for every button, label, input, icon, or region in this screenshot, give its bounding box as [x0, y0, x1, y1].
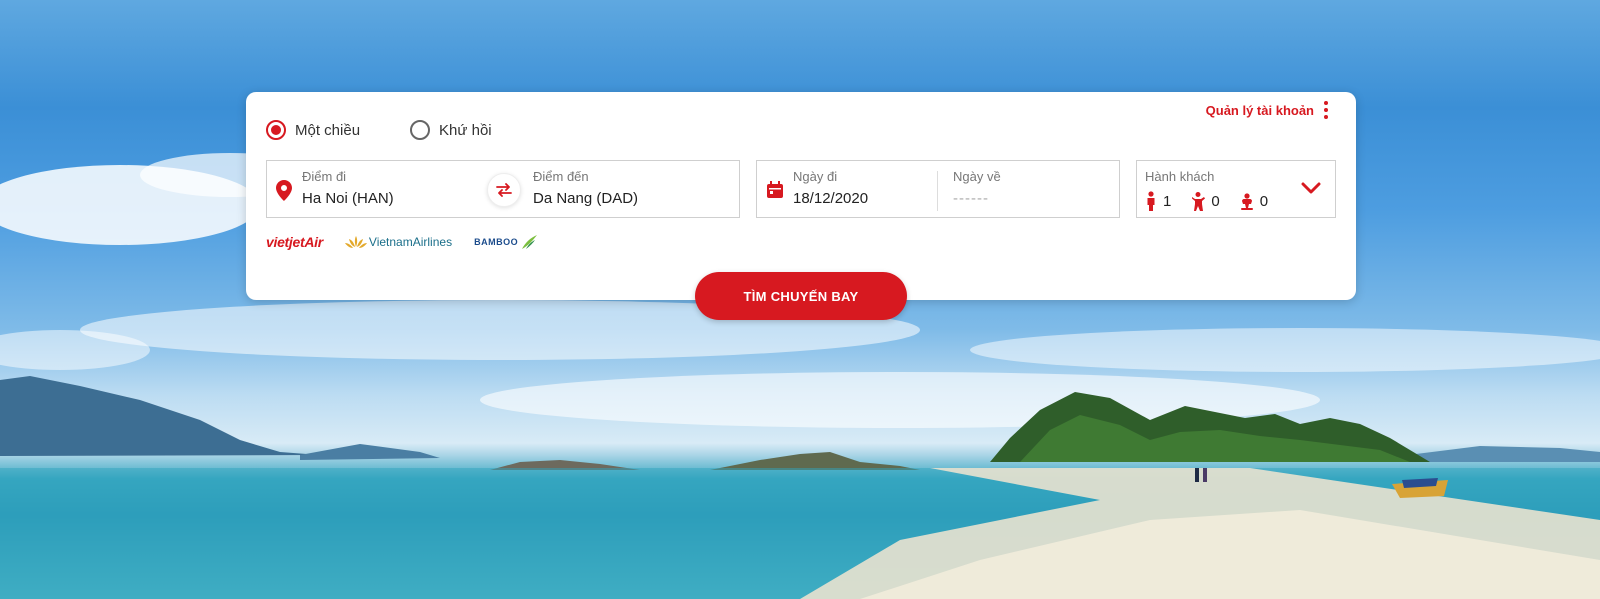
account-management-link[interactable]: Quản lý tài khoản	[1206, 101, 1328, 119]
destination-field[interactable]: Điểm đến Da Nang (DAD)	[533, 169, 638, 207]
passenger-label: Hành khách	[1145, 169, 1215, 184]
trip-type-one-way[interactable]: Một chiều	[266, 120, 360, 140]
lotus-icon	[344, 236, 367, 248]
one-way-radio[interactable]	[266, 120, 286, 140]
depart-date-label: Ngày đi	[793, 169, 838, 184]
origin-label: Điểm đi	[302, 169, 347, 184]
adult-count-value: 1	[1163, 192, 1172, 210]
return-date-label: Ngày về	[953, 169, 1001, 184]
bamboo-leaf-icon	[522, 235, 538, 249]
flight-search-card: Quản lý tài khoản Một chiều Khứ hồi Điểm…	[246, 92, 1356, 320]
adult-count[interactable]: 1	[1145, 191, 1171, 211]
depart-date-value: 18/12/2020	[793, 190, 869, 207]
airline-logos: vietjetAir VietnamAirlines BAMBOO	[266, 234, 538, 250]
bamboo-text: BAMBOO	[474, 237, 519, 247]
passenger-counts: 1 0 0	[1145, 191, 1268, 211]
round-trip-radio[interactable]	[410, 120, 431, 140]
account-management-label: Quản lý tài khoản	[1205, 102, 1314, 118]
vietnam-airlines-logo: VietnamAirlines	[344, 235, 453, 249]
swap-icon	[496, 183, 512, 197]
round-trip-label: Khứ hồi	[439, 121, 492, 139]
origin-value: Ha Noi (HAN)	[302, 190, 394, 207]
passenger-field-group[interactable]: Hành khách 1 0 0	[1136, 160, 1336, 218]
vietnam-airlines-text: VietnamAirlines	[368, 235, 453, 249]
bamboo-airways-logo: BAMBOO	[474, 234, 538, 250]
child-count-value: 0	[1211, 192, 1220, 210]
origin-field[interactable]: Điểm đi Ha Noi (HAN)	[302, 169, 394, 207]
calendar-icon	[767, 181, 783, 198]
location-pin-icon	[276, 180, 292, 201]
search-flights-button[interactable]: TÌM CHUYẾN BAY	[695, 272, 907, 320]
passenger-field: Hành khách	[1145, 169, 1214, 184]
adult-icon	[1147, 191, 1155, 211]
destination-label: Điểm đến	[533, 169, 589, 184]
destination-value: Da Nang (DAD)	[533, 190, 639, 207]
trip-type-round-trip[interactable]: Khứ hồi	[410, 120, 492, 140]
vietjet-logo: vietjetAir	[266, 234, 323, 250]
trip-type-selector: Một chiều Khứ hồi	[266, 120, 492, 140]
one-way-label: Một chiều	[295, 121, 361, 139]
date-divider	[937, 171, 938, 211]
swap-route-button[interactable]	[487, 173, 521, 207]
infant-icon	[1240, 193, 1253, 210]
child-count[interactable]: 0	[1191, 191, 1220, 211]
infant-count[interactable]: 0	[1240, 191, 1268, 211]
return-date-field[interactable]: Ngày về ------	[953, 169, 1001, 207]
return-date-value: ------	[953, 190, 989, 207]
depart-date-field[interactable]: Ngày đi 18/12/2020	[793, 169, 868, 207]
infant-count-value: 0	[1259, 192, 1269, 210]
date-field-group: Ngày đi 18/12/2020 Ngày về ------	[756, 160, 1120, 218]
route-field-group: Điểm đi Ha Noi (HAN) Điểm đến Da Nang (D…	[266, 160, 740, 218]
chevron-down-icon[interactable]	[1301, 181, 1321, 195]
child-icon	[1192, 192, 1206, 211]
kebab-menu-icon[interactable]	[1324, 101, 1328, 119]
